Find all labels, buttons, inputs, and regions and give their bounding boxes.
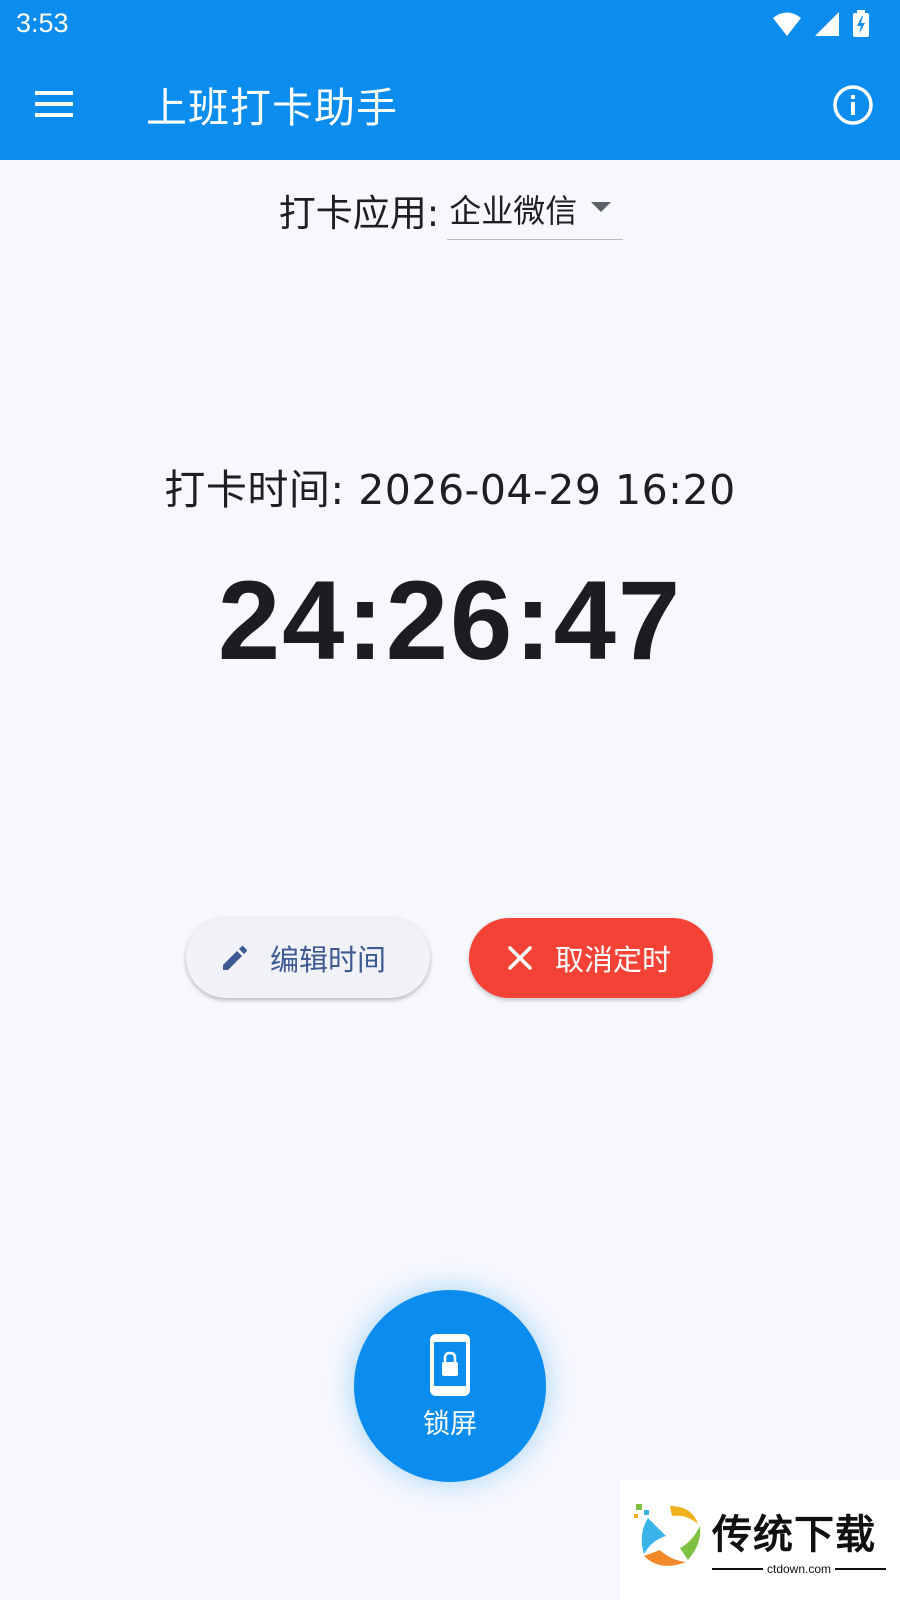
punch-time: 打卡时间: 2026-04-29 16:20 — [164, 466, 736, 514]
status-time: 3:53 — [16, 8, 69, 38]
brand-logo-icon — [630, 1500, 706, 1580]
watermark-brand: 传统下载 — [712, 1512, 876, 1558]
info-icon — [832, 84, 874, 130]
cancel-timer-label: 取消定时 — [555, 943, 672, 977]
watermark-domain-row: ctdown.com — [712, 1562, 886, 1576]
wifi-icon — [772, 11, 802, 41]
pencil-icon — [220, 943, 250, 973]
status-bar: 3:53 — [0, 0, 900, 52]
app-selector: 打卡应用: 企业微信 — [0, 180, 900, 240]
watermark-domain: ctdown.com — [766, 1562, 832, 1576]
chevron-down-icon — [591, 202, 612, 212]
info-button[interactable] — [826, 80, 880, 134]
cancel-timer-button[interactable]: 取消定时 — [469, 918, 713, 998]
lock-screen-label: 锁屏 — [423, 1409, 477, 1440]
divider — [835, 1568, 886, 1570]
close-icon — [505, 943, 535, 973]
app-bar: 上班打卡助手 — [0, 52, 900, 160]
menu-icon — [35, 90, 73, 122]
app-title: 上班打卡助手 — [146, 84, 398, 132]
countdown-timer: 24:26:47 — [217, 558, 683, 683]
app-dropdown[interactable]: 企业微信 — [447, 180, 624, 240]
signal-icon — [814, 11, 840, 41]
phone-lock-icon — [430, 1334, 470, 1400]
battery-charging-icon — [852, 10, 870, 42]
lock-screen-button[interactable]: 锁屏 — [354, 1290, 546, 1482]
edit-time-button[interactable]: 编辑时间 — [186, 918, 430, 998]
app-selector-label: 打卡应用: — [278, 192, 440, 235]
dropdown-value: 企业微信 — [449, 192, 578, 230]
status-icons — [772, 10, 870, 42]
edit-time-label: 编辑时间 — [270, 943, 387, 977]
divider — [712, 1568, 763, 1570]
menu-button[interactable] — [26, 80, 82, 132]
watermark: 传统下载 ctdown.com — [620, 1480, 900, 1600]
